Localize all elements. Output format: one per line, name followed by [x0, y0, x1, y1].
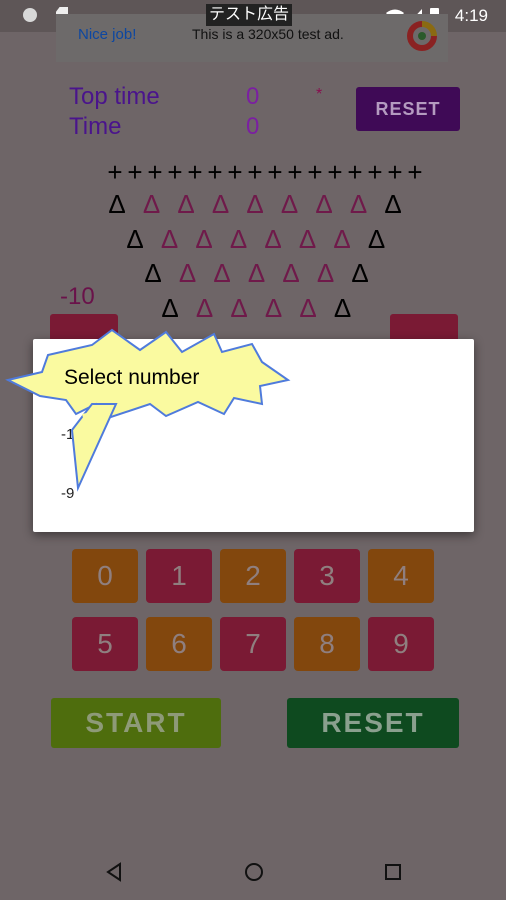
digit-button-2[interactable]: 2	[220, 549, 286, 603]
board-row: ΔΔΔΔΔΔΔΔΔ	[0, 190, 506, 220]
ad-logo-icon	[407, 21, 437, 51]
ad-test-tag: テスト広告	[206, 4, 293, 26]
star-marker: *	[316, 86, 323, 103]
option-minus-10[interactable]: -10	[61, 426, 83, 443]
selected-number: -10	[60, 283, 95, 310]
option-minus-9[interactable]: -9	[61, 485, 74, 502]
triangle-cell[interactable]: Δ	[140, 259, 166, 287]
triangle-cell[interactable]: Δ	[347, 259, 373, 287]
triangle-cell[interactable]: Δ	[329, 225, 355, 253]
top-time-label: Top time	[69, 83, 160, 110]
digit-button-0[interactable]: 0	[72, 549, 138, 603]
start-button[interactable]: START	[51, 698, 221, 748]
time-value: 0	[246, 113, 260, 140]
board-row: + + + + + + + + + + + + + + + +	[0, 158, 506, 188]
triangle-cell[interactable]: Δ	[244, 259, 270, 287]
triangle-cell[interactable]: Δ	[226, 225, 252, 253]
digit-button-6[interactable]: 6	[146, 617, 212, 671]
triangle-cell[interactable]: Δ	[208, 190, 234, 218]
triangle-cell[interactable]: Δ	[192, 294, 218, 322]
triangle-cell[interactable]: Δ	[295, 294, 321, 322]
digit-button-3[interactable]: 3	[294, 549, 360, 603]
dialog-title: Select number	[64, 366, 200, 389]
triangle-cell[interactable]: Δ	[364, 225, 390, 253]
triangle-cell[interactable]: Δ	[330, 294, 356, 322]
triangle-cell[interactable]: Δ	[175, 259, 201, 287]
plus-cell[interactable]: +	[402, 158, 428, 186]
triangle-cell[interactable]: Δ	[173, 190, 199, 218]
time-label: Time	[69, 113, 122, 140]
back-icon[interactable]	[104, 862, 124, 882]
triangle-cell[interactable]: Δ	[191, 225, 217, 253]
triangle-cell[interactable]: Δ	[260, 225, 286, 253]
clock: 4:19	[454, 6, 488, 25]
digit-button-4[interactable]: 4	[368, 549, 434, 603]
triangle-cell[interactable]: Δ	[380, 190, 406, 218]
triangle-cell[interactable]: Δ	[122, 225, 148, 253]
top-time-value: 0	[246, 83, 260, 110]
triangle-cell[interactable]: Δ	[311, 190, 337, 218]
right-side-button[interactable]	[390, 314, 458, 342]
triangle-cell[interactable]: Δ	[226, 294, 252, 322]
triangle-cell[interactable]: Δ	[242, 190, 268, 218]
ad-test-text: This is a 320x50 test ad.	[192, 26, 344, 42]
digit-button-1[interactable]: 1	[146, 549, 212, 603]
digit-button-5[interactable]: 5	[72, 617, 138, 671]
reset-top-button[interactable]: RESET	[356, 87, 460, 131]
triangle-cell[interactable]: Δ	[104, 190, 130, 218]
triangle-cell[interactable]: Δ	[278, 259, 304, 287]
board-row: ΔΔΔΔΔΔΔΔ	[0, 225, 506, 255]
digit-button-9[interactable]: 9	[368, 617, 434, 671]
triangle-cell[interactable]: Δ	[295, 225, 321, 253]
notification-dot-icon	[23, 8, 37, 22]
triangle-cell[interactable]: Δ	[313, 259, 339, 287]
navigation-bar	[0, 840, 506, 900]
triangle-cell[interactable]: Δ	[277, 190, 303, 218]
triangle-cell[interactable]: Δ	[346, 190, 372, 218]
triangle-cell[interactable]: Δ	[139, 190, 165, 218]
home-icon[interactable]	[244, 862, 264, 882]
triangle-cell[interactable]: Δ	[261, 294, 287, 322]
triangle-cell[interactable]: Δ	[157, 294, 183, 322]
left-side-button[interactable]	[50, 314, 118, 342]
triangle-cell[interactable]: Δ	[209, 259, 235, 287]
recents-icon[interactable]	[384, 863, 402, 881]
ad-nice-text: Nice job!	[78, 26, 137, 43]
digit-button-7[interactable]: 7	[220, 617, 286, 671]
triangle-cell[interactable]: Δ	[157, 225, 183, 253]
reset-button[interactable]: RESET	[287, 698, 459, 748]
digit-button-8[interactable]: 8	[294, 617, 360, 671]
